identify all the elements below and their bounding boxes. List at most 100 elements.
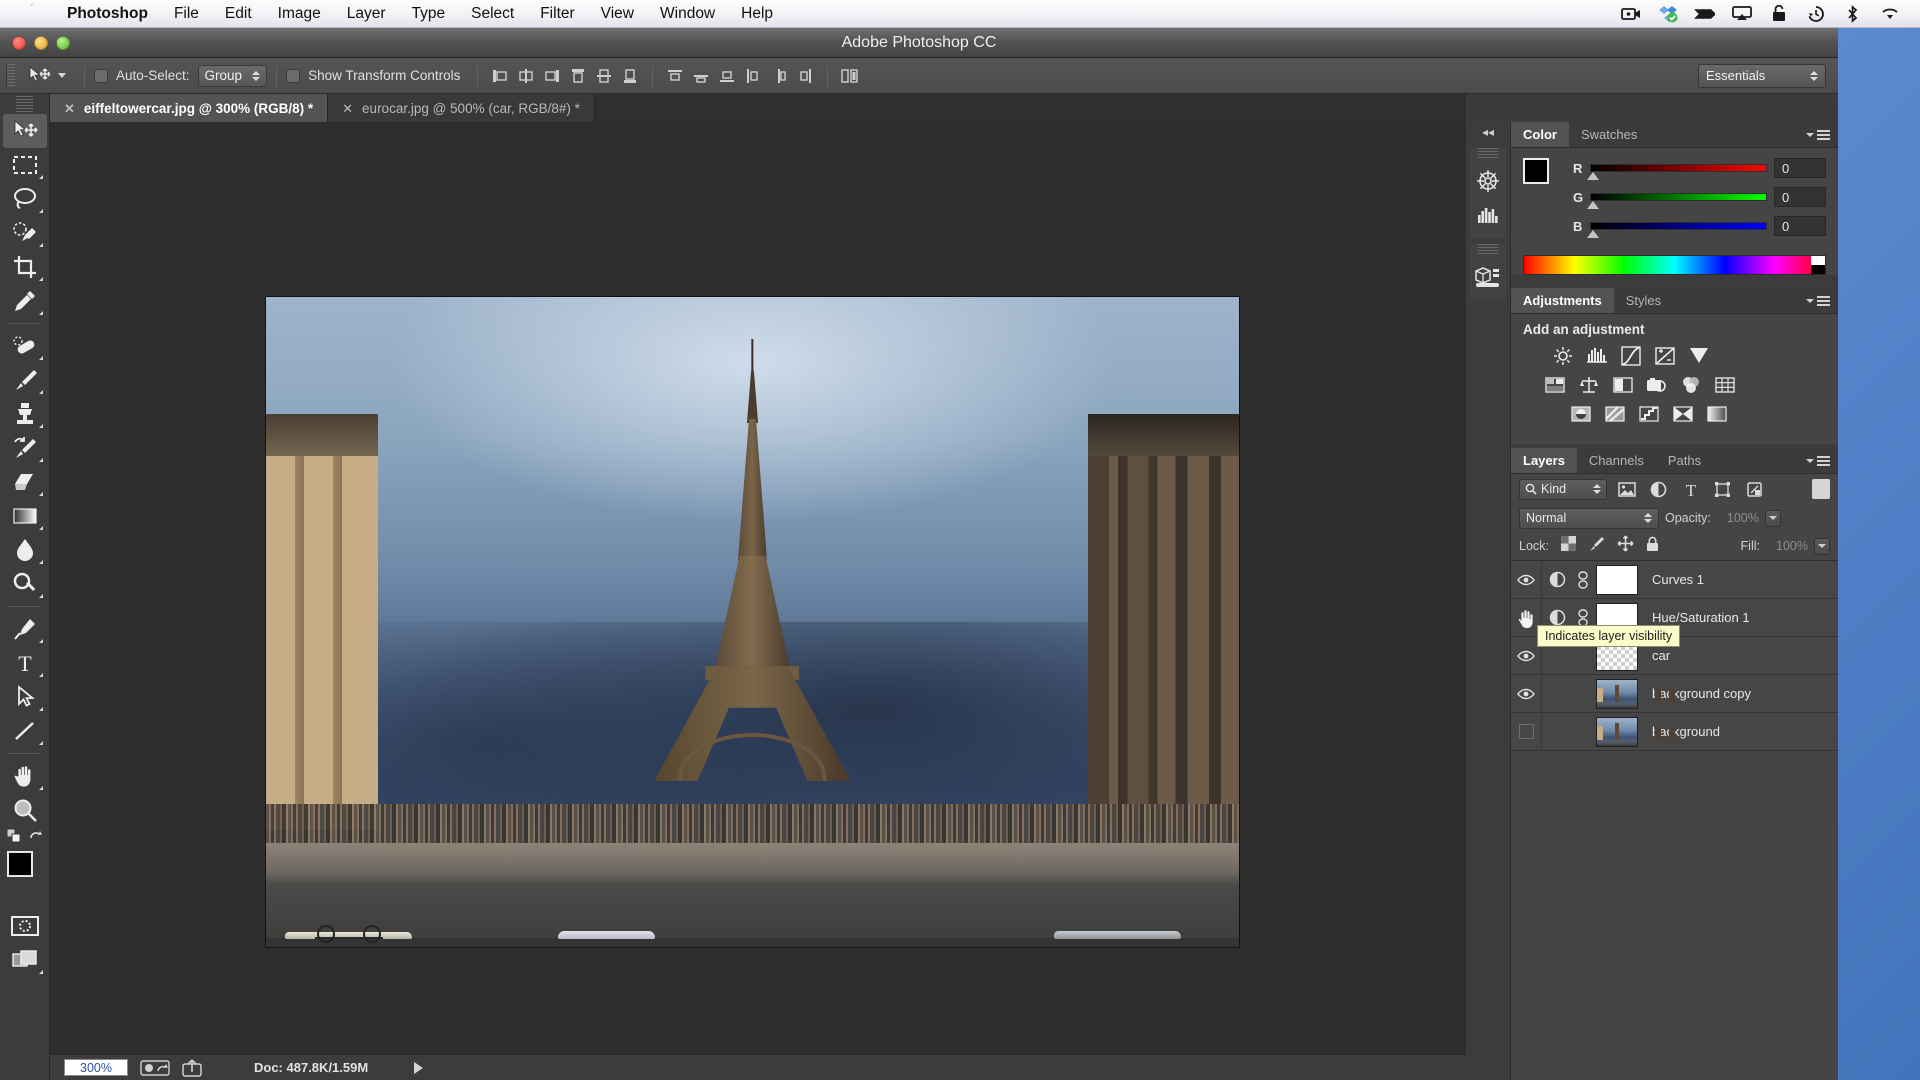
layer-filter-kind-dropdown[interactable]: Kind xyxy=(1519,478,1607,500)
bluetooth-icon[interactable] xyxy=(1842,3,1863,24)
workspace-switcher[interactable]: Essentials xyxy=(1698,63,1826,88)
threshold-icon[interactable] xyxy=(1637,403,1661,425)
spot-healing-brush-tool[interactable] xyxy=(3,329,47,363)
tab-styles[interactable]: Styles xyxy=(1614,288,1673,313)
blend-mode-dropdown[interactable]: Normal xyxy=(1519,507,1659,529)
quick-mask-toggle[interactable] xyxy=(3,909,47,943)
menu-item-window[interactable]: Window xyxy=(647,0,728,28)
layer-thumbnail[interactable] xyxy=(1596,678,1638,709)
align-right-edges-button[interactable] xyxy=(539,64,565,88)
menu-item-edit[interactable]: Edit xyxy=(212,0,265,28)
status-menu-arrow[interactable] xyxy=(414,1061,424,1074)
quick-selection-tool[interactable] xyxy=(3,216,47,250)
lock-image-pixels-icon[interactable] xyxy=(1588,535,1605,557)
move-tool-icon[interactable] xyxy=(23,63,55,89)
menu-item-layer[interactable]: Layer xyxy=(334,0,399,28)
document-tab-eurocar[interactable]: ✕ eurocar.jpg @ 500% (car, RGB/8#) * xyxy=(328,94,595,122)
align-top-edges-button[interactable] xyxy=(565,64,591,88)
photo-filter-icon[interactable] xyxy=(1645,374,1669,396)
red-slider-track[interactable] xyxy=(1587,164,1767,180)
green-slider-track[interactable] xyxy=(1587,193,1767,209)
blur-tool[interactable] xyxy=(3,533,47,567)
filter-shape-icon[interactable] xyxy=(1710,478,1735,500)
collapse-panels-icon[interactable]: ◂◂ xyxy=(1466,122,1510,142)
black-white-icon[interactable] xyxy=(1611,374,1635,396)
layer-row-curves-1[interactable]: Curves 1 xyxy=(1511,560,1838,599)
layer-name[interactable]: background copy xyxy=(1652,686,1751,701)
blue-slider-track[interactable] xyxy=(1587,222,1767,238)
filter-enable-toggle[interactable] xyxy=(1812,479,1830,499)
layer-name[interactable]: car xyxy=(1652,648,1670,663)
color-spectrum-ramp[interactable] xyxy=(1523,255,1826,275)
tab-layers[interactable]: Layers xyxy=(1511,448,1577,473)
airplay-icon[interactable] xyxy=(1731,3,1752,24)
fastmail-icon[interactable] xyxy=(1694,3,1715,24)
curves-icon[interactable] xyxy=(1619,345,1643,367)
foreground-color-swatch[interactable] xyxy=(7,851,33,877)
menu-item-help[interactable]: Help xyxy=(728,0,786,28)
close-icon[interactable]: ✕ xyxy=(64,102,75,115)
hue-saturation-icon[interactable] xyxy=(1543,374,1567,396)
tab-swatches[interactable]: Swatches xyxy=(1569,122,1649,147)
screen-recording-icon[interactable] xyxy=(1620,3,1641,24)
layer-name[interactable]: Curves 1 xyxy=(1652,572,1704,587)
show-transform-controls-checkbox[interactable] xyxy=(286,68,301,83)
rectangular-marquee-tool[interactable] xyxy=(3,148,47,182)
layer-mask-link-icon[interactable] xyxy=(1572,570,1594,589)
slider-thumb[interactable] xyxy=(1587,230,1599,238)
wifi-icon[interactable] xyxy=(1879,3,1900,24)
distribute-vertical-centers-button[interactable] xyxy=(688,64,714,88)
menu-item-view[interactable]: View xyxy=(588,0,647,28)
preview-settings-icon[interactable] xyxy=(140,1059,170,1076)
document-tab-eiffeltowercar[interactable]: ✕ eiffeltowercar.jpg @ 300% (RGB/8) * xyxy=(50,94,329,122)
distribute-top-edges-button[interactable] xyxy=(662,64,688,88)
options-bar-grip[interactable] xyxy=(6,63,15,88)
align-bottom-edges-button[interactable] xyxy=(617,64,643,88)
canvas-area[interactable] xyxy=(50,122,1466,1080)
lasso-tool[interactable] xyxy=(3,182,47,216)
dodge-tool[interactable] xyxy=(3,567,47,601)
history-brush-tool[interactable] xyxy=(3,431,47,465)
close-icon[interactable]: ✕ xyxy=(342,102,353,115)
dropbox-icon[interactable] xyxy=(1657,3,1678,24)
align-horizontal-centers-button[interactable] xyxy=(513,64,539,88)
layer-visibility-toggle[interactable] xyxy=(1511,724,1541,739)
tab-paths[interactable]: Paths xyxy=(1656,448,1713,473)
blue-value-input[interactable]: 0 xyxy=(1774,216,1826,236)
zoom-level-input[interactable]: 300% xyxy=(64,1059,128,1076)
layer-name[interactable]: Hue/Saturation 1 xyxy=(1652,610,1750,625)
auto-select-dropdown[interactable]: Group xyxy=(197,64,268,87)
distribute-horizontal-centers-button[interactable] xyxy=(766,64,792,88)
color-balance-icon[interactable] xyxy=(1577,374,1601,396)
menu-item-image[interactable]: Image xyxy=(265,0,334,28)
pen-tool[interactable] xyxy=(3,612,47,646)
hand-tool[interactable] xyxy=(3,759,47,793)
slider-thumb[interactable] xyxy=(1587,201,1599,209)
lock-transparent-pixels-icon[interactable] xyxy=(1560,536,1576,556)
color-panel-swatches[interactable] xyxy=(1523,158,1562,197)
filter-adjustment-icon[interactable] xyxy=(1646,478,1671,500)
zoom-tool[interactable] xyxy=(3,793,47,827)
invert-icon[interactable] xyxy=(1569,403,1593,425)
filter-pixel-icon[interactable] xyxy=(1614,478,1639,500)
layer-row-background-copy[interactable]: background copy xyxy=(1511,674,1838,713)
align-left-edges-button[interactable] xyxy=(487,64,513,88)
opacity-value[interactable]: 100% xyxy=(1717,511,1759,525)
align-vertical-centers-button[interactable] xyxy=(591,64,617,88)
tab-color[interactable]: Color xyxy=(1511,122,1569,147)
lock-all-icon[interactable] xyxy=(1646,536,1659,557)
line-tool[interactable] xyxy=(3,714,47,748)
foreground-color-swatch[interactable] xyxy=(1523,158,1549,184)
filter-type-icon[interactable]: T xyxy=(1678,478,1703,500)
opacity-slider-button[interactable] xyxy=(1764,509,1781,527)
move-tool[interactable] xyxy=(3,114,47,148)
time-machine-icon[interactable] xyxy=(1805,3,1826,24)
color-lookup-icon[interactable] xyxy=(1713,374,1737,396)
channel-mixer-icon[interactable] xyxy=(1679,374,1703,396)
screen-mode-button[interactable] xyxy=(3,943,47,977)
tab-adjustments[interactable]: Adjustments xyxy=(1511,288,1614,313)
menu-item-filter[interactable]: Filter xyxy=(527,0,587,28)
layer-row-background[interactable]: background xyxy=(1511,712,1838,751)
histogram-icon[interactable] xyxy=(1470,198,1506,232)
crop-tool[interactable] xyxy=(3,250,47,284)
